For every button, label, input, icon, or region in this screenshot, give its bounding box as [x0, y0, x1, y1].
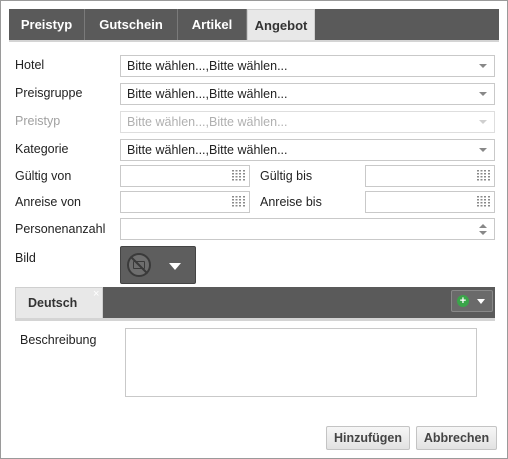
anreise-bis-input[interactable] — [365, 191, 495, 213]
dialog: Preistyp Gutschein Artikel Angebot Hotel… — [0, 0, 508, 459]
add-icon: + — [457, 295, 469, 307]
tab-preistyp[interactable]: Preistyp — [9, 9, 85, 40]
calendar-icon[interactable] — [477, 196, 490, 208]
personenanzahl-label: Personenanzahl — [15, 222, 106, 236]
tab-deutsch-label: Deutsch — [28, 296, 78, 310]
cancel-button[interactable]: Abbrechen — [416, 426, 497, 450]
calendar-icon[interactable] — [477, 170, 490, 182]
image-picker-button[interactable] — [120, 246, 196, 284]
chevron-down-icon — [479, 92, 487, 96]
close-icon[interactable]: × — [93, 288, 99, 300]
preistyp-select: Bitte wählen...,Bitte wählen... — [120, 111, 495, 133]
preisgruppe-select-value: Bitte wählen...,Bitte wählen... — [127, 87, 288, 101]
tab-angebot[interactable]: Angebot — [247, 9, 315, 40]
kategorie-select[interactable]: Bitte wählen...,Bitte wählen... — [120, 139, 495, 161]
tab-artikel[interactable]: Artikel — [178, 9, 247, 40]
language-underline — [15, 318, 495, 321]
personenanzahl-stepper[interactable] — [120, 218, 495, 240]
calendar-icon[interactable] — [232, 170, 245, 182]
bild-label: Bild — [15, 251, 36, 265]
calendar-icon[interactable] — [232, 196, 245, 208]
chevron-down-icon — [477, 299, 485, 304]
anreise-von-input[interactable] — [120, 191, 250, 213]
gueltig-bis-label: Gültig bis — [260, 169, 313, 183]
tab-bar: Preistyp Gutschein Artikel Angebot — [9, 9, 499, 40]
chevron-down-icon — [169, 263, 181, 270]
hotel-label: Hotel — [15, 58, 45, 72]
preisgruppe-label: Preisgruppe — [15, 86, 83, 100]
chevron-down-icon — [479, 120, 487, 124]
preisgruppe-select[interactable]: Bitte wählen...,Bitte wählen... — [120, 83, 495, 105]
spinner-down-icon[interactable] — [479, 231, 487, 235]
gueltig-von-input[interactable] — [120, 165, 250, 187]
kategorie-select-value: Bitte wählen...,Bitte wählen... — [127, 143, 288, 157]
beschreibung-label: Beschreibung — [20, 333, 97, 347]
gueltig-von-label: Gültig von — [15, 169, 72, 183]
tab-gutschein[interactable]: Gutschein — [85, 9, 178, 40]
add-language-button[interactable]: + — [451, 290, 493, 312]
preistyp-label: Preistyp — [15, 114, 61, 128]
anreise-bis-label: Anreise bis — [260, 195, 322, 209]
no-image-icon — [127, 253, 151, 277]
gueltig-bis-input[interactable] — [365, 165, 495, 187]
beschreibung-textarea[interactable] — [125, 328, 477, 397]
chevron-down-icon — [479, 64, 487, 68]
hotel-select-value: Bitte wählen...,Bitte wählen... — [127, 59, 288, 73]
chevron-down-icon — [479, 148, 487, 152]
tab-deutsch[interactable]: Deutsch — [15, 287, 103, 318]
preistyp-select-value: Bitte wählen...,Bitte wählen... — [127, 115, 288, 129]
add-button[interactable]: Hinzufügen — [326, 426, 410, 450]
language-tab-bar: Deutsch × + — [15, 287, 495, 318]
anreise-von-label: Anreise von — [15, 195, 82, 209]
spinner-up-icon[interactable] — [479, 224, 487, 228]
tab-underline — [9, 40, 499, 42]
hotel-select[interactable]: Bitte wählen...,Bitte wählen... — [120, 55, 495, 77]
kategorie-label: Kategorie — [15, 142, 69, 156]
